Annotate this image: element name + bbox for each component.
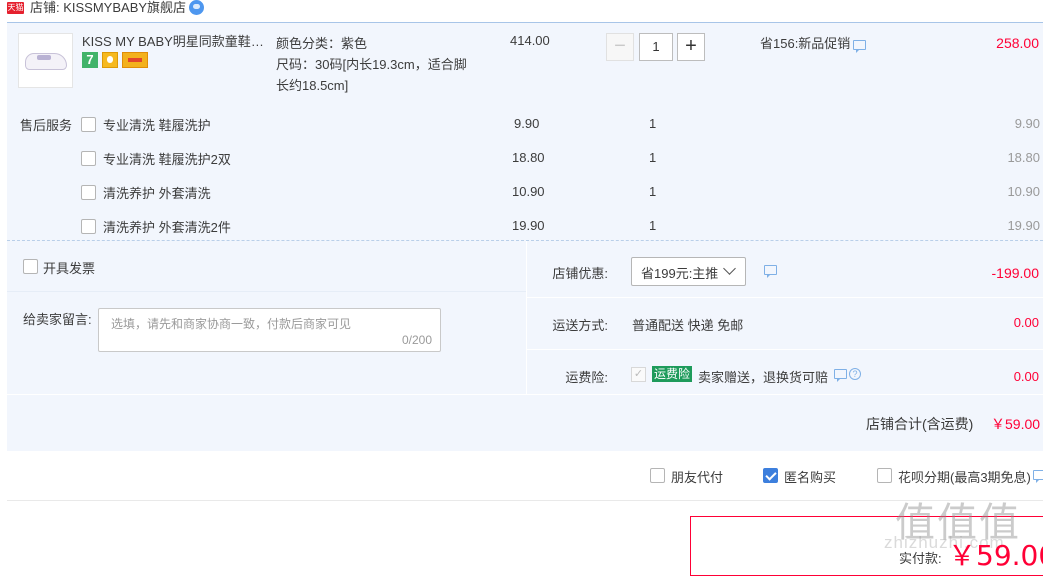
service-price: 10.90: [512, 184, 545, 199]
insurance-info-icon[interactable]: [834, 369, 847, 382]
service-qty: 1: [649, 218, 657, 233]
service-subtotal: 19.90: [1007, 218, 1040, 233]
service-subtotal: 10.90: [1007, 184, 1040, 199]
service-price: 19.90: [512, 218, 545, 233]
product-subtotal: 258.00: [996, 35, 1039, 51]
shop-total-value: ￥59.00: [991, 416, 1041, 432]
service-name: 清洗养护 外套清洗2件: [103, 220, 231, 235]
service-checkbox[interactable]: [81, 219, 96, 234]
shoe-strap-graphic: [37, 55, 51, 60]
quantity-input[interactable]: 1: [639, 33, 673, 61]
sku-color: 颜色分类：紫色: [276, 36, 368, 51]
service-checkbox[interactable]: [81, 117, 96, 132]
wangwang-chat-icon[interactable]: [189, 0, 204, 15]
shipping-method: 普通配送 快递 免邮: [632, 318, 744, 333]
seven-day-return-icon[interactable]: 7: [82, 52, 98, 68]
huabei-info-icon[interactable]: [1033, 470, 1043, 483]
quality-guarantee-icon[interactable]: [102, 52, 118, 68]
product-thumbnail[interactable]: [18, 33, 73, 88]
insurance-checkbox: ✓: [631, 367, 646, 382]
section-divider: [7, 240, 1043, 241]
service-name: 专业清洗 鞋履洗护2双: [103, 152, 231, 167]
service-subtotal: 18.80: [1007, 150, 1040, 165]
friend-pay-checkbox[interactable]: [650, 468, 665, 483]
unit-price: 414.00: [510, 33, 550, 48]
shop-discount-label: 店铺优惠:: [552, 266, 608, 281]
order-panel: [7, 22, 1043, 451]
shop-header: 天猫 店铺: KISSMYBABY旗舰店: [0, 0, 1043, 22]
tmall-badge: 天猫: [7, 2, 24, 14]
service-qty: 1: [649, 116, 657, 131]
invoice-label: 开具发票: [43, 261, 96, 276]
message-label: 给卖家留言:: [23, 312, 92, 327]
payment-amount: ￥59.00: [948, 539, 1043, 572]
shop-total-label: 店铺合计(含运费): [866, 416, 974, 432]
help-icon[interactable]: ?: [849, 368, 861, 380]
shop-name-link[interactable]: 店铺: KISSMYBABY旗舰店: [30, 0, 186, 16]
service-subtotal: 9.90: [1014, 116, 1040, 131]
service-qty: 1: [649, 150, 657, 165]
sku-size-line2: 长约18.5cm]: [276, 78, 349, 93]
payment-label: 实付款:: [899, 551, 942, 566]
shipping-fee: 0.00: [1013, 315, 1039, 330]
invoice-checkbox[interactable]: [23, 259, 38, 274]
service-checkbox[interactable]: [81, 185, 96, 200]
promo-info-icon[interactable]: [853, 40, 866, 53]
promo-text: 省156:新品促销: [760, 36, 851, 51]
service-name: 专业清洗 鞋履洗护: [103, 118, 211, 133]
insurance-fee: 0.00: [1013, 369, 1039, 384]
friend-pay-label: 朋友代付: [671, 470, 724, 485]
shipping-label: 运送方式:: [552, 318, 608, 333]
quantity-decrease-button[interactable]: −: [606, 33, 634, 61]
services-label: 售后服务: [20, 118, 73, 133]
service-price: 9.90: [514, 116, 540, 131]
message-placeholder: 选填，请先和商家协商一致，付款后商家可见: [111, 317, 352, 331]
huabei-label: 花呗分期(最高3期免息): [898, 470, 1031, 485]
message-char-count: 0/200: [402, 333, 433, 347]
insurance-tag: 运费险: [652, 366, 693, 382]
service-checkbox[interactable]: [81, 151, 96, 166]
quantity-increase-button[interactable]: +: [677, 33, 705, 61]
anonymous-checkbox[interactable]: [763, 468, 778, 483]
huabei-checkbox[interactable]: [877, 468, 892, 483]
credit-card-icon[interactable]: [122, 52, 148, 68]
sku-size-line1: 尺码：30码[内长19.3cm，适合脚: [276, 57, 467, 72]
product-title-link[interactable]: KISS MY BABY明星同款童鞋儿童小白鞋: [82, 33, 272, 50]
row-divider: [527, 349, 1043, 350]
options-divider: [7, 500, 1043, 501]
service-name: 清洗养护 外套清洗: [103, 186, 211, 201]
discount-info-icon[interactable]: [764, 265, 777, 278]
anonymous-label: 匿名购买: [784, 470, 837, 485]
insurance-label: 运费险:: [565, 370, 608, 385]
service-qty: 1: [649, 184, 657, 199]
service-price: 18.80: [512, 150, 545, 165]
column-divider: [526, 241, 527, 394]
row-divider: [7, 394, 1043, 395]
shop-discount-value: -199.00: [991, 265, 1039, 281]
row-divider: [527, 297, 1043, 298]
shop-discount-selected: 省199元:主推: [641, 266, 719, 281]
insurance-text: 卖家赠送，退换货可赔: [698, 370, 829, 385]
left-divider: [7, 291, 526, 292]
